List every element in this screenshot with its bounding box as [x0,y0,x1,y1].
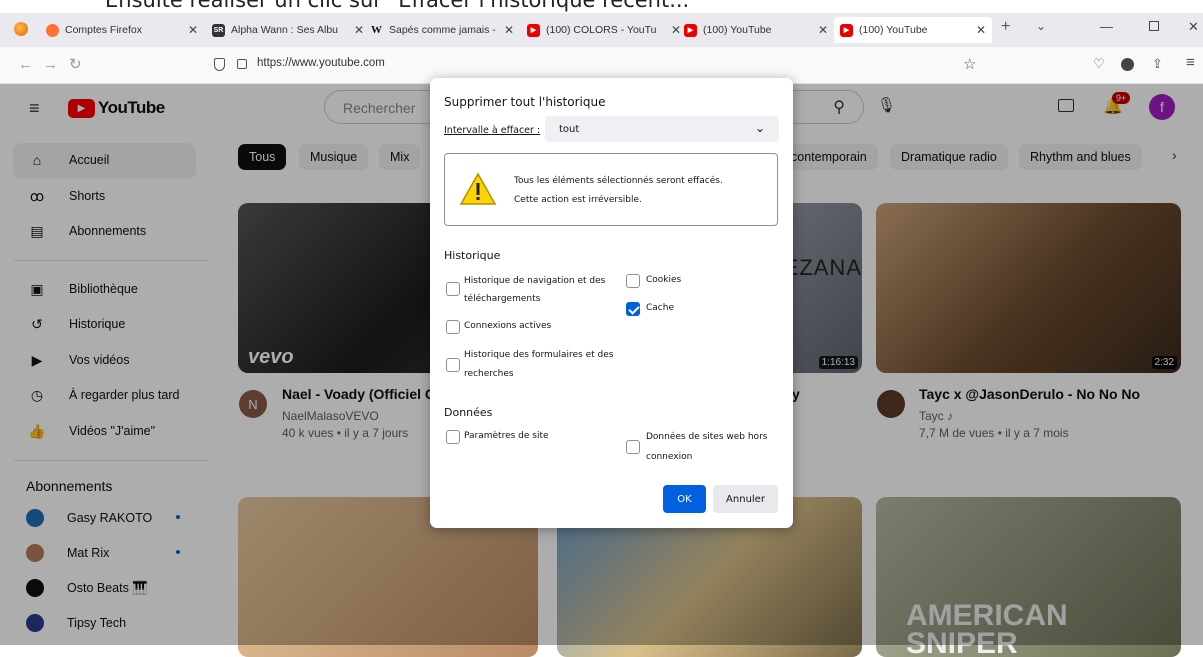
youtube-icon: ▶ [840,23,853,37]
nav-history-label-1[interactable]: Historique de navigation et des [464,276,605,286]
warning-icon [459,172,497,205]
tab-label: Comptes Firefox [65,24,143,36]
nav-history-checkbox[interactable] [446,282,460,296]
cancel-button[interactable]: Annuler [713,485,778,513]
site-params-label[interactable]: Paramètres de site [464,431,549,441]
cookies-label[interactable]: Cookies [646,275,681,285]
tab-alpha-wann[interactable]: SR Alpha Wann : Ses Albu ✕ [212,17,370,43]
warning-line-2: Cette action est irréversible. [514,195,642,205]
tab-sapes[interactable]: W Sapés comme jamais - ✕ [370,17,520,43]
extension-icon[interactable] [1121,58,1134,71]
tab-label: (100) YouTube [703,24,772,36]
lock-icon[interactable] [237,59,247,69]
tab-youtube-active[interactable]: ▶ (100) YouTube ✕ [834,17,992,43]
url-field[interactable]: https://www.youtube.com [257,57,385,69]
offline-data-checkbox[interactable] [626,440,640,454]
site-params-checkbox[interactable] [446,430,460,444]
browser-tab-bar: Comptes Firefox ✕ SR Alpha Wann : Ses Al… [0,13,1203,47]
caption-text: Ensuite réaliser un clic sur "Effacer l'… [105,0,699,12]
share-icon[interactable]: ⇪ [1152,56,1163,72]
shield-icon[interactable] [214,58,225,71]
bookmark-star-icon[interactable]: ☆ [963,55,976,73]
close-tab-icon[interactable]: ✕ [818,23,828,37]
close-tab-icon[interactable]: ✕ [188,23,198,37]
range-select-value: tout [559,124,580,135]
history-heading: Historique [444,249,501,262]
tab-label: Alpha Wann : Ses Albu [231,24,339,36]
list-tabs-icon[interactable]: ⌄ [1036,19,1046,33]
forms-history-checkbox[interactable] [446,358,460,372]
minimize-icon[interactable]: — [1100,19,1113,34]
menu-icon[interactable]: ≡ [1186,54,1195,71]
chevron-down-icon: ⌄ [754,121,765,135]
data-heading: Données [444,406,493,419]
offline-data-label-2[interactable]: connexion [646,452,692,462]
range-select[interactable]: tout ⌄ [545,116,779,142]
close-tab-icon[interactable]: ✕ [976,23,986,37]
tab-youtube[interactable]: ▶ (100) YouTube ✕ [684,17,834,43]
close-window-icon[interactable]: ✕ [1188,19,1199,35]
cache-checkbox[interactable] [626,302,640,316]
nav-history-label-2[interactable]: téléchargements [464,294,540,304]
firefox-menu-icon[interactable] [14,22,28,36]
cache-label[interactable]: Cache [646,303,674,313]
tab-label: (100) COLORS - YouTu [546,24,657,36]
forms-history-label-1[interactable]: Historique des formulaires et des [464,350,613,360]
range-label: Intervalle à effacer : [444,125,541,136]
wikipedia-icon: W [371,24,382,36]
dialog-title: Supprimer tout l'historique [444,95,606,109]
close-tab-icon[interactable]: ✕ [354,23,364,37]
connexions-checkbox[interactable] [446,320,460,334]
genius-icon: SR [212,23,225,37]
tab-colors[interactable]: ▶ (100) COLORS - YouTu ✕ [527,17,687,43]
connexions-label[interactable]: Connexions actives [464,321,551,331]
tab-label: (100) YouTube [859,24,928,36]
warning-box: Tous les éléments sélectionnés seront ef… [444,153,778,226]
offline-data-label-1[interactable]: Données de sites web hors [646,432,767,442]
clear-history-dialog: Supprimer tout l'historique Intervalle à… [430,78,793,528]
back-icon[interactable]: ← [18,56,33,73]
tab-comptes-firefox[interactable]: Comptes Firefox ✕ [46,17,204,43]
new-tab-icon[interactable]: + [1001,18,1010,36]
warning-line-1: Tous les éléments sélectionnés seront ef… [514,176,723,186]
youtube-icon: ▶ [684,23,697,37]
ok-button[interactable]: OK [663,485,706,513]
forward-icon[interactable]: → [43,56,58,73]
youtube-icon: ▶ [527,23,540,37]
reload-icon[interactable]: ↻ [69,55,82,73]
firefox-account-icon [46,23,59,37]
cookies-checkbox[interactable] [626,274,640,288]
close-tab-icon[interactable]: ✕ [671,23,681,37]
tab-label: Sapés comme jamais - [389,24,496,36]
close-tab-icon[interactable]: ✕ [504,23,514,37]
pocket-icon[interactable]: ♡ [1093,56,1105,72]
restore-icon[interactable] [1149,21,1159,31]
forms-history-label-2[interactable]: recherches [464,369,514,379]
